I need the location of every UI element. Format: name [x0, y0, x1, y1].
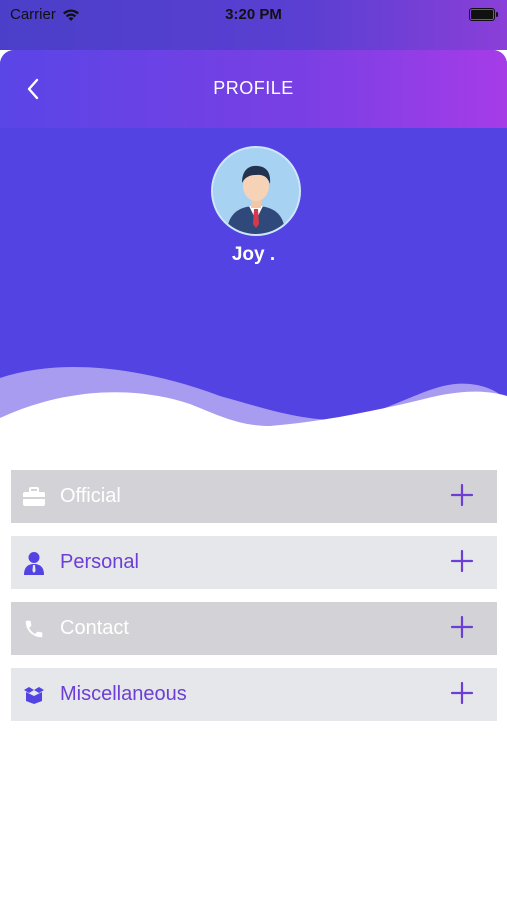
- section-label: Personal: [60, 551, 139, 573]
- user-name: Joy .: [231, 244, 276, 265]
- box-icon: [24, 686, 44, 704]
- expand-contact-button[interactable]: [449, 614, 475, 640]
- avatar: [211, 146, 301, 236]
- profile-sections: Official Personal Contact Miscellaneous: [11, 470, 497, 734]
- briefcase-icon: [23, 486, 45, 506]
- section-label: Official: [60, 485, 121, 507]
- expand-personal-button[interactable]: [449, 548, 475, 574]
- phone-icon: [25, 620, 43, 637]
- header-wave: [0, 366, 507, 440]
- nav-bar: PROFILE: [0, 50, 507, 128]
- page-title: PROFILE: [213, 78, 294, 98]
- section-personal[interactable]: Personal: [11, 536, 497, 589]
- battery-icon: [469, 8, 498, 21]
- section-official[interactable]: Official: [11, 470, 497, 523]
- section-contact[interactable]: Contact: [11, 602, 497, 655]
- status-bar: Carrier 3:20 PM: [0, 0, 507, 50]
- person-icon: [24, 551, 44, 575]
- expand-miscellaneous-button[interactable]: [449, 680, 475, 706]
- status-time: 3:20 PM: [225, 6, 282, 23]
- section-label: Miscellaneous: [60, 683, 187, 705]
- section-label: Contact: [60, 617, 129, 639]
- expand-official-button[interactable]: [449, 482, 475, 508]
- section-miscellaneous[interactable]: Miscellaneous: [11, 668, 497, 721]
- profile-header: PROFILE Joy .: [0, 50, 507, 440]
- user-avatar-icon: [213, 148, 299, 234]
